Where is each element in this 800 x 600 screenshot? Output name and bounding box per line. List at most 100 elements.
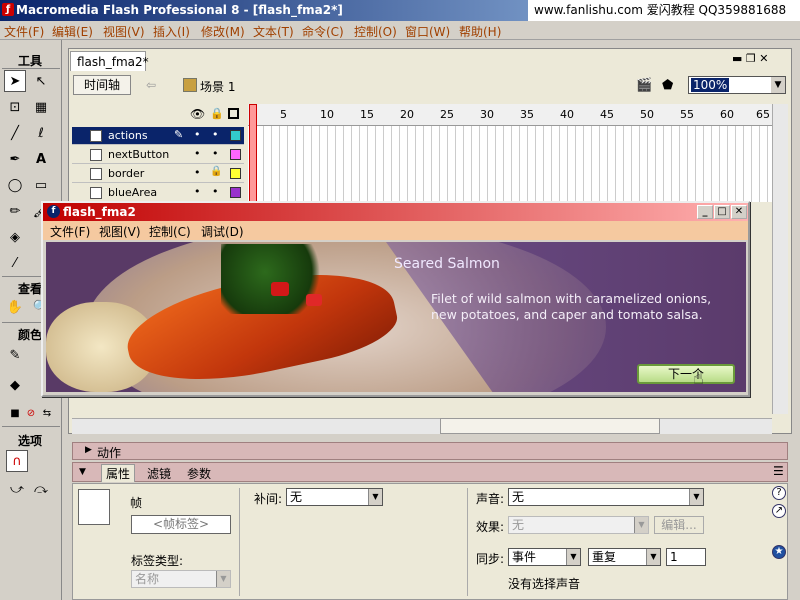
chevron-down-icon[interactable]: ▼: [771, 77, 785, 93]
visible-dot[interactable]: •: [194, 128, 201, 141]
swf-menu-debug[interactable]: 调试(D): [201, 223, 244, 240]
ink-bottle-tool-icon[interactable]: ◈: [4, 226, 26, 248]
document-tab[interactable]: flash_fma2*: [70, 51, 149, 71]
sync-select[interactable]: 事件 ▼: [508, 548, 581, 566]
lock-icon[interactable]: 🔒: [210, 107, 224, 120]
rectangle-tool-icon[interactable]: ▭: [30, 174, 52, 196]
lock-dot[interactable]: •: [212, 147, 219, 160]
fill-color-icon[interactable]: ◆: [4, 374, 26, 396]
snap-magnet-icon[interactable]: ∩: [6, 450, 28, 472]
no-sound-text: 没有选择声音: [508, 577, 581, 591]
layer-color[interactable]: [230, 187, 241, 198]
document-window-controls[interactable]: ▬ ❐ ✕: [732, 52, 768, 65]
actions-panel-header[interactable]: ▶ 动作: [72, 442, 788, 460]
show-hide-eye-icon[interactable]: 👁: [190, 107, 205, 121]
tab-parameters[interactable]: 参数: [187, 465, 211, 482]
lock-dot[interactable]: •: [212, 185, 219, 198]
effect-select[interactable]: 无 ▼: [508, 516, 649, 534]
maximize-icon[interactable]: □: [714, 205, 730, 219]
menu-modify[interactable]: 修改(M): [201, 23, 245, 40]
menu-edit[interactable]: 编辑(E): [52, 23, 93, 40]
repeat-count-input[interactable]: 1: [666, 548, 706, 566]
repeat-select[interactable]: 重复 ▼: [588, 548, 661, 566]
panel-options-icon[interactable]: ☰: [773, 464, 784, 478]
eyedropper-tool-icon[interactable]: ⁄: [4, 252, 26, 274]
arrow-tool-icon[interactable]: ➤: [4, 70, 26, 92]
chevron-down-icon[interactable]: ▼: [368, 489, 382, 505]
swf-menu-control[interactable]: 控制(C): [149, 223, 191, 240]
help-icon[interactable]: ?: [772, 486, 786, 500]
swf-menu-file[interactable]: 文件(F): [50, 223, 90, 240]
frame-grid[interactable]: [248, 126, 772, 202]
smooth-icon[interactable]: ⤻: [6, 478, 28, 500]
ruler-tick: 35: [520, 108, 534, 121]
edit-symbols-icon[interactable]: ⬟: [662, 78, 673, 93]
chevron-down-icon[interactable]: ▼: [566, 549, 580, 565]
playhead[interactable]: [249, 104, 257, 202]
layer-color[interactable]: [230, 149, 241, 160]
menu-insert[interactable]: 插入(I): [153, 23, 190, 40]
edit-scene-icon[interactable]: 🎬: [636, 78, 652, 93]
pencil-tool-icon[interactable]: ✏: [4, 200, 26, 222]
label-type-select[interactable]: 名称 ▼: [131, 570, 231, 588]
text-tool-icon[interactable]: A: [30, 148, 52, 170]
fill-transform-tool-icon[interactable]: ▦: [30, 96, 52, 118]
frame-ruler[interactable]: 1 5 10 15 20 25 30 35 40 45 50 55 60 65: [248, 104, 772, 126]
visible-dot[interactable]: •: [194, 185, 201, 198]
visible-dot[interactable]: •: [194, 147, 201, 160]
subselect-tool-icon[interactable]: ↖: [30, 70, 52, 92]
back-arrow-icon[interactable]: ⇦: [146, 78, 156, 92]
line-tool-icon[interactable]: ╱: [4, 122, 26, 144]
outline-icon[interactable]: [228, 108, 239, 119]
menu-file[interactable]: 文件(F): [4, 23, 44, 40]
accessibility-icon[interactable]: ★: [772, 545, 786, 559]
layer-name: actions: [108, 129, 148, 142]
swf-menu-view[interactable]: 视图(V): [99, 223, 141, 240]
next-button[interactable]: 下一个: [637, 364, 735, 384]
visible-dot[interactable]: •: [194, 166, 201, 179]
lasso-tool-icon[interactable]: ℓ: [30, 122, 52, 144]
swap-colors-icon[interactable]: ⇆: [36, 402, 58, 424]
sound-select[interactable]: 无 ▼: [508, 488, 704, 506]
scene-label[interactable]: 场景 1: [200, 78, 235, 95]
layer-row[interactable]: actions ✎ • •: [72, 127, 244, 145]
menu-window[interactable]: 窗口(W): [405, 23, 450, 40]
menu-commands[interactable]: 命令(C): [302, 23, 344, 40]
zoom-select[interactable]: 100% ▼: [688, 76, 786, 94]
vertical-scrollbar[interactable]: [772, 104, 788, 414]
collapse-triangle-icon[interactable]: ▼: [79, 467, 86, 477]
chevron-down-icon[interactable]: ▼: [689, 489, 703, 505]
straighten-icon[interactable]: ⤼: [30, 478, 52, 500]
menu-help[interactable]: 帮助(H): [459, 23, 501, 40]
oval-tool-icon[interactable]: ◯: [4, 174, 26, 196]
lock-icon[interactable]: 🔒: [210, 166, 222, 177]
timeline-toggle-button[interactable]: 时间轴: [73, 75, 131, 95]
layer-row[interactable]: border • 🔒: [72, 165, 244, 183]
chevron-down-icon[interactable]: ▼: [634, 517, 648, 533]
layer-row[interactable]: nextButton • •: [72, 146, 244, 164]
horizontal-scroll-thumb[interactable]: [440, 418, 660, 434]
horizontal-scrollbar[interactable]: [72, 418, 772, 434]
lock-dot[interactable]: •: [212, 128, 219, 141]
chevron-down-icon[interactable]: ▼: [646, 549, 660, 565]
expand-triangle-icon[interactable]: ▶: [85, 445, 92, 455]
minimize-icon[interactable]: _: [697, 205, 713, 219]
close-icon[interactable]: ✕: [731, 205, 747, 219]
free-transform-tool-icon[interactable]: ⊡: [4, 96, 26, 118]
tween-select[interactable]: 无 ▼: [286, 488, 383, 506]
layer-row[interactable]: blueArea • •: [72, 184, 244, 202]
menu-text[interactable]: 文本(T): [253, 23, 294, 40]
edit-icon[interactable]: ↗: [772, 504, 786, 518]
menu-control[interactable]: 控制(O): [354, 23, 397, 40]
edit-button[interactable]: 编辑...: [654, 516, 704, 534]
stroke-color-icon[interactable]: ✎: [4, 344, 26, 366]
layer-color[interactable]: [230, 130, 241, 141]
chevron-down-icon[interactable]: ▼: [216, 571, 230, 587]
tab-properties[interactable]: 属性: [101, 464, 136, 482]
hand-tool-icon[interactable]: ✋: [4, 296, 26, 318]
menu-view[interactable]: 视图(V): [103, 23, 145, 40]
pen-tool-icon[interactable]: ✒: [4, 148, 26, 170]
layer-color[interactable]: [230, 168, 241, 179]
frame-label-input[interactable]: <帧标签>: [131, 515, 231, 534]
tab-filters[interactable]: 滤镜: [147, 465, 171, 482]
